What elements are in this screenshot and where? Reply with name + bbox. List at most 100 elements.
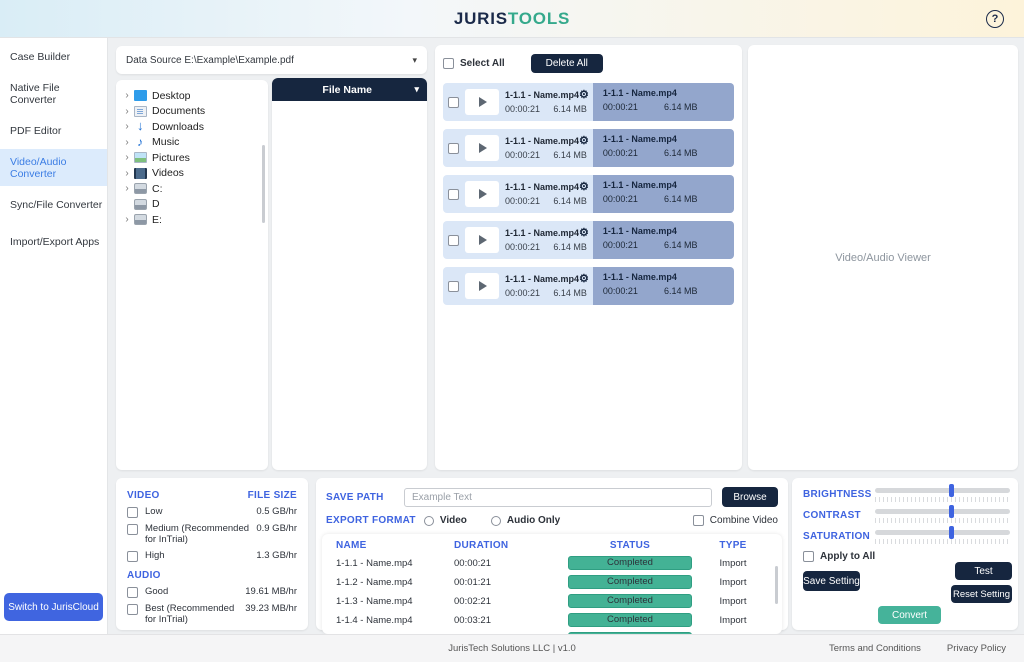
play-button[interactable] — [465, 135, 499, 161]
video-row-output-card[interactable]: 1-1.1 - Name.mp4 00:00:21 6.14 MB — [593, 221, 734, 259]
play-button[interactable] — [465, 89, 499, 115]
help-icon[interactable]: ? — [986, 10, 1004, 28]
tree-item[interactable]: › Desktop — [122, 88, 266, 104]
switch-to-juriscloud-button[interactable]: Switch to JurisCloud — [4, 593, 103, 621]
slider-track[interactable] — [875, 509, 1010, 514]
cell-duration: 00:02:21 — [454, 596, 566, 607]
apply-to-all-checkbox[interactable] — [803, 551, 814, 562]
play-button[interactable] — [465, 181, 499, 207]
gear-icon[interactable]: ⚙ — [579, 183, 589, 192]
video-row-output-card[interactable]: 1-1.1 - Name.mp4 00:00:21 6.14 MB — [593, 129, 734, 167]
video-row-output-card[interactable]: 1-1.1 - Name.mp4 00:00:21 6.14 MB — [593, 175, 734, 213]
slider-thumb[interactable] — [949, 484, 954, 497]
quality-checkbox[interactable] — [127, 587, 138, 598]
slider-row: BRIGHTNESS — [803, 488, 1010, 502]
reset-setting-button[interactable]: Reset Setting — [951, 585, 1012, 603]
chevron-right-icon[interactable]: › — [122, 214, 132, 225]
data-source-dropdown[interactable]: Data Source E:\Example\Example.pdf ▾ — [116, 46, 427, 74]
status-badge: Completed — [568, 575, 692, 589]
tree-scrollbar[interactable] — [262, 145, 265, 223]
sidebar-item-label: PDF Editor — [10, 125, 61, 137]
tree-item[interactable]: › Documents — [122, 104, 266, 120]
sidebar-item[interactable]: Sync/File Converter — [0, 186, 107, 223]
video-row-checkbox[interactable] — [448, 235, 459, 246]
footer: JurisTech Solutions LLC | v1.0 Terms and… — [0, 634, 1024, 662]
sidebar-item[interactable]: Video/Audio Converter — [0, 149, 107, 186]
slider-thumb[interactable] — [949, 526, 954, 539]
format-radio[interactable] — [491, 516, 501, 526]
file-name-header[interactable]: File Name ▾ — [272, 78, 427, 101]
gear-icon[interactable]: ⚙ — [579, 137, 589, 146]
tree-item-label: Documents — [152, 105, 205, 117]
gear-icon[interactable]: ⚙ — [579, 229, 589, 238]
play-button[interactable] — [465, 227, 499, 253]
slider-track[interactable] — [875, 530, 1010, 535]
cell-name: 1-1.3 - Name.mp4 — [336, 596, 454, 607]
sidebar-item[interactable]: Import/Export Apps — [0, 223, 107, 260]
save-setting-button[interactable]: Save Setting — [803, 571, 860, 591]
save-path-input[interactable] — [404, 488, 712, 507]
table-scrollbar[interactable] — [775, 566, 778, 604]
chevron-right-icon[interactable]: › — [122, 183, 132, 194]
quality-checkbox[interactable] — [127, 604, 138, 615]
chevron-right-icon[interactable]: › — [122, 90, 132, 101]
privacy-link[interactable]: Privacy Policy — [947, 643, 1006, 654]
video-row-checkbox[interactable] — [448, 97, 459, 108]
slider-thumb[interactable] — [949, 505, 954, 518]
tree-item[interactable]: › Pictures — [122, 150, 266, 166]
video-name: 1-1.1 - Name.mp4 — [505, 228, 579, 238]
table-row: 1-1.2 - Name.mp4 00:01:21 Completed Impo… — [336, 575, 772, 589]
chevron-right-icon[interactable]: › — [122, 137, 132, 148]
tree-item[interactable]: › D — [122, 197, 266, 213]
slider-track[interactable] — [875, 488, 1010, 493]
sidebar-item-label: Video/Audio Converter — [10, 156, 107, 180]
folder-icon — [134, 199, 147, 210]
tree-item[interactable]: › Videos — [122, 166, 266, 182]
browse-button[interactable]: Browse — [722, 487, 778, 507]
video-duration: 00:00:21 — [603, 102, 638, 112]
export-format-label: EXPORT FORMAT — [326, 515, 416, 526]
combine-video-checkbox[interactable] — [693, 515, 704, 526]
chevron-right-icon[interactable]: › — [122, 121, 132, 132]
test-button[interactable]: Test — [955, 562, 1012, 580]
delete-all-button[interactable]: Delete All — [531, 54, 603, 73]
file-name-panel: File Name ▾ — [272, 78, 427, 470]
video-quality-option: High 1.3 GB/hr — [127, 550, 297, 562]
tree-item[interactable]: › C: — [122, 181, 266, 197]
video-quality-option: Low 0.5 GB/hr — [127, 506, 297, 518]
video-row-checkbox[interactable] — [448, 143, 459, 154]
slider-label: CONTRAST — [803, 509, 875, 523]
sidebar-item[interactable]: Native File Converter — [0, 75, 107, 112]
quality-checkbox[interactable] — [127, 524, 138, 535]
cell-duration: 00:03:21 — [454, 615, 566, 626]
convert-button[interactable]: Convert — [878, 606, 941, 624]
tree-item[interactable]: › Downloads — [122, 119, 266, 135]
slider-ticks — [875, 539, 1010, 544]
cell-name: 1-1.2 - Name.mp4 — [336, 577, 454, 588]
sidebar-item[interactable]: PDF Editor — [0, 112, 107, 149]
video-row-checkbox[interactable] — [448, 281, 459, 292]
video-size: 6.14 MB — [553, 104, 587, 114]
tree-item[interactable]: › E: — [122, 212, 266, 228]
video-row-checkbox[interactable] — [448, 189, 459, 200]
select-all-checkbox[interactable] — [443, 58, 454, 69]
folder-icon — [134, 152, 147, 163]
gear-icon[interactable]: ⚙ — [579, 91, 589, 100]
tree-item[interactable]: › Music — [122, 135, 266, 151]
chevron-right-icon[interactable]: › — [122, 106, 132, 117]
quality-checkbox[interactable] — [127, 551, 138, 562]
chevron-right-icon[interactable]: › — [122, 152, 132, 163]
terms-link[interactable]: Terms and Conditions — [829, 643, 921, 654]
folder-icon — [134, 168, 147, 179]
video-size: 6.14 MB — [553, 242, 587, 252]
quality-checkbox[interactable] — [127, 507, 138, 518]
chevron-right-icon[interactable]: › — [122, 168, 132, 179]
format-radio[interactable] — [424, 516, 434, 526]
column-header-status: STATUS — [566, 540, 694, 551]
gear-icon[interactable]: ⚙ — [579, 275, 589, 284]
play-button[interactable] — [465, 273, 499, 299]
sidebar-item[interactable]: Case Builder — [0, 38, 107, 75]
video-row-output-card[interactable]: 1-1.1 - Name.mp4 00:00:21 6.14 MB — [593, 83, 734, 121]
combine-video-option: Combine Video — [693, 515, 778, 526]
video-row-output-card[interactable]: 1-1.1 - Name.mp4 00:00:21 6.14 MB — [593, 267, 734, 305]
